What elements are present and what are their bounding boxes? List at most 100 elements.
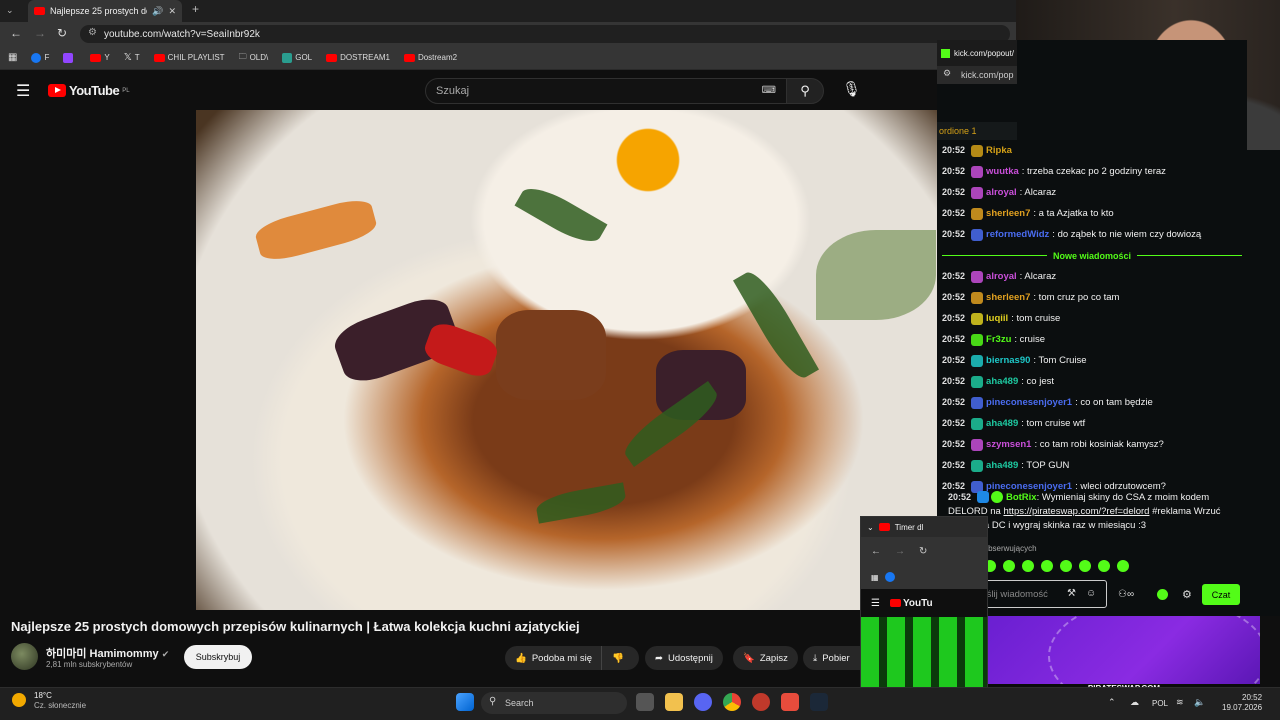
- channel-avatar[interactable]: [11, 643, 38, 670]
- emote-icon[interactable]: [1079, 560, 1091, 572]
- file-explorer-icon[interactable]: [665, 693, 683, 711]
- download-button[interactable]: ⤓ Pobier: [803, 646, 861, 670]
- like-button[interactable]: 👍 Podoba mi się: [505, 646, 603, 670]
- emote-icon[interactable]: [1060, 560, 1072, 572]
- bookmark-gol[interactable]: GOL: [282, 52, 312, 63]
- mini-video-thumbnail[interactable]: [861, 617, 987, 687]
- chat-username[interactable]: aha489: [986, 413, 1018, 434]
- tab-close-icon[interactable]: ✕: [168, 6, 176, 17]
- task-view-icon[interactable]: [636, 693, 654, 711]
- language-indicator[interactable]: POL: [1152, 699, 1168, 708]
- emote-icon[interactable]: [1022, 560, 1034, 572]
- chat-username[interactable]: aha489: [986, 455, 1018, 476]
- new-tab-icon[interactable]: +: [192, 2, 199, 16]
- weather-widget[interactable]: 18°C Cz. słonecznie: [12, 691, 86, 711]
- channel-name[interactable]: 하미마미 Hamimommy ✔: [46, 645, 169, 661]
- keyboard-icon[interactable]: ⌨: [762, 85, 776, 96]
- reload-icon[interactable]: ↻: [919, 546, 927, 557]
- chat-username[interactable]: alroyal: [986, 266, 1017, 287]
- youtube-icon: [90, 53, 102, 62]
- microphone-icon[interactable]: 🎙: [842, 80, 861, 98]
- bookmark-youtube[interactable]: Y: [90, 53, 110, 62]
- chat-timestamp: 20:52: [942, 397, 966, 407]
- mini-browser-window[interactable]: ⌄ Timer dl ← → ↻ ▦ ☰ YouTu: [860, 516, 988, 688]
- chat-username[interactable]: szymsen1: [986, 434, 1031, 455]
- bookmark-dostream1[interactable]: DOSTREAM1: [326, 53, 390, 62]
- bookmark-x[interactable]: 𝕏T: [124, 52, 140, 63]
- chat-scrollbar[interactable]: [1247, 150, 1280, 616]
- emote-icon[interactable]: [1003, 560, 1015, 572]
- pinned-message[interactable]: ordione 1: [937, 122, 1017, 140]
- chrome-icon[interactable]: [723, 693, 741, 711]
- emote-icon[interactable]: [1117, 560, 1129, 572]
- bookmark-twitch[interactable]: [63, 52, 76, 63]
- menu-icon[interactable]: ☰: [16, 81, 30, 101]
- chat-username[interactable]: sherleen7: [986, 203, 1030, 224]
- reload-icon[interactable]: ↻: [57, 26, 67, 40]
- send-chat-button[interactable]: Czat: [1202, 584, 1240, 605]
- discord-icon[interactable]: [694, 693, 712, 711]
- wifi-icon[interactable]: ≋: [1176, 697, 1184, 708]
- chat-username[interactable]: aha489: [986, 371, 1018, 392]
- user-badge-icon: [971, 438, 984, 451]
- chat-username[interactable]: Fr3zu: [986, 329, 1011, 350]
- forward-icon[interactable]: →: [34, 26, 46, 40]
- command-icon[interactable]: ⚒: [1067, 588, 1076, 599]
- taskbar-clock[interactable]: 20:52 19.07.2026: [1222, 693, 1262, 713]
- menu-icon[interactable]: ☰: [871, 598, 880, 609]
- subscribe-button[interactable]: Subskrybuj: [184, 645, 252, 669]
- site-info-icon[interactable]: ⚙: [88, 27, 97, 38]
- tab-audio-icon[interactable]: 🔊: [152, 6, 163, 17]
- taskbar-search[interactable]: ⚲ Search: [481, 692, 627, 714]
- kick-address-bar[interactable]: ⚙ kick.com/pop: [937, 66, 1017, 84]
- settings-gear-icon[interactable]: ⚙: [1182, 588, 1192, 601]
- chat-link[interactable]: https://pirateswap.com/?ref=delord: [1003, 506, 1149, 517]
- bookmark-old-folder[interactable]: 🗀 OLD\: [239, 51, 269, 65]
- chat-message: 20:52 luqiil: tom cruise: [942, 308, 1242, 329]
- chat-username[interactable]: Ripka: [986, 140, 1012, 161]
- save-button[interactable]: 🔖 Zapisz: [733, 646, 798, 670]
- search-input[interactable]: Szukaj ⌨: [425, 78, 787, 104]
- youtube-logo[interactable]: YouTu: [889, 598, 933, 609]
- windows-start-icon[interactable]: [456, 693, 474, 711]
- emote-icon[interactable]: [1098, 560, 1110, 572]
- address-bar[interactable]: ⚙ youtube.com/watch?v=SeaiInbr92k: [80, 25, 1010, 43]
- site-info-icon[interactable]: ⚙: [943, 68, 951, 79]
- share-button[interactable]: ➦ Udostępnij: [645, 646, 723, 670]
- ad-banner[interactable]: [988, 616, 1260, 684]
- steam-icon[interactable]: [810, 693, 828, 711]
- video-player[interactable]: [196, 110, 937, 610]
- tab-search-icon[interactable]: ⌄: [6, 5, 14, 16]
- kick-points-icon[interactable]: [1157, 589, 1168, 600]
- youtube-logo[interactable]: YouTube PL: [48, 83, 130, 98]
- chat-username[interactable]: luqiil: [986, 308, 1008, 329]
- tab-search-icon[interactable]: ⌄: [867, 523, 874, 532]
- chat-username[interactable]: wuutka: [986, 161, 1019, 182]
- chat-username[interactable]: reformedWidz: [986, 224, 1049, 245]
- emoji-icon[interactable]: ☺: [1086, 588, 1096, 599]
- emote-icon[interactable]: [1041, 560, 1053, 572]
- chat-username[interactable]: biernas90: [986, 350, 1030, 371]
- volume-icon[interactable]: 🔈: [1194, 697, 1205, 708]
- opera-icon[interactable]: [752, 693, 770, 711]
- apps-grid-icon[interactable]: ▦: [871, 573, 879, 582]
- chat-users-icon[interactable]: ⚇∞: [1118, 589, 1134, 600]
- chat-username[interactable]: sherleen7: [986, 287, 1030, 308]
- apps-grid-icon[interactable]: ▦: [8, 52, 17, 63]
- back-icon[interactable]: ←: [871, 546, 881, 557]
- chat-username[interactable]: alroyal: [986, 182, 1017, 203]
- search-button[interactable]: ⚲: [786, 78, 824, 104]
- back-icon[interactable]: ←: [10, 26, 22, 40]
- chat-timestamp: 20:52: [942, 271, 966, 281]
- bookmark-dostream2[interactable]: Dostream2: [403, 53, 457, 62]
- network-icon[interactable]: ☁: [1130, 697, 1139, 708]
- browser-tab-youtube[interactable]: Najlepsze 25 prostych dom 🔊 ✕: [28, 0, 182, 22]
- tray-chevron-icon[interactable]: ⌃: [1108, 697, 1116, 708]
- chat-timestamp: 20:52: [942, 418, 966, 428]
- forward-icon[interactable]: →: [895, 546, 905, 557]
- brave-icon[interactable]: [781, 693, 799, 711]
- chat-username[interactable]: pineconesenjoyer1: [986, 392, 1072, 413]
- bookmark-chil-playlist[interactable]: CHIL PLAYLIST: [153, 53, 225, 62]
- bookmark-facebook[interactable]: F: [31, 52, 49, 63]
- dislike-button[interactable]: 👎: [601, 646, 639, 670]
